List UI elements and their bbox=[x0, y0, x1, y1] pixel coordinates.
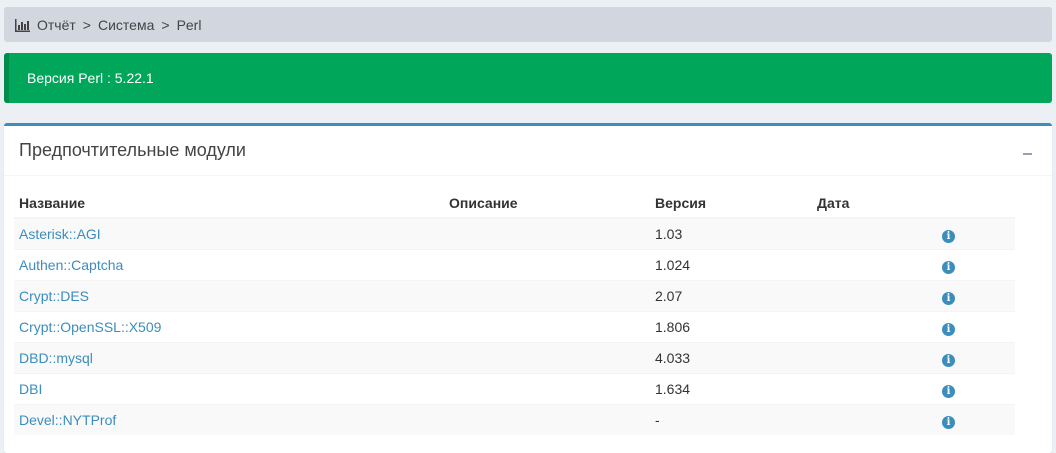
column-header-version[interactable]: Версия bbox=[650, 189, 812, 219]
module-link[interactable]: DBI bbox=[19, 381, 42, 397]
module-name-cell: Crypt::DES bbox=[14, 280, 444, 312]
breadcrumb-item-report[interactable]: Отчёт bbox=[37, 17, 76, 33]
info-icon[interactable]: i bbox=[942, 353, 955, 367]
module-actions: i bbox=[935, 311, 1015, 343]
info-icon[interactable]: i bbox=[942, 384, 955, 398]
breadcrumb: Отчёт > Система > Perl bbox=[4, 7, 1052, 42]
module-version: 1.024 bbox=[650, 249, 812, 281]
module-actions: i bbox=[935, 404, 1015, 435]
module-name-cell: Crypt::OpenSSL::X509 bbox=[14, 311, 444, 343]
module-actions: i bbox=[935, 217, 1015, 250]
module-version: 1.806 bbox=[650, 311, 812, 343]
table-header-row: Название Описание Версия Дата bbox=[14, 189, 1015, 219]
box-header: Предпочтительные модули bbox=[4, 126, 1052, 176]
breadcrumb-separator: > bbox=[161, 16, 170, 33]
preferred-modules-box: Предпочтительные модули Название Описани… bbox=[4, 123, 1052, 453]
column-header-actions bbox=[935, 189, 1015, 219]
module-name-cell: Devel::NYTProf bbox=[14, 404, 444, 435]
module-description bbox=[444, 311, 650, 343]
module-description bbox=[444, 404, 650, 435]
module-description bbox=[444, 342, 650, 374]
module-link[interactable]: Devel::NYTProf bbox=[19, 412, 116, 428]
table-row: Crypt::DES 2.07 i bbox=[14, 280, 1015, 312]
table-row: Authen::Captcha 1.024 i bbox=[14, 249, 1015, 281]
module-version: 1.634 bbox=[650, 373, 812, 405]
module-name-cell: Asterisk::AGI bbox=[14, 217, 444, 250]
module-link[interactable]: Asterisk::AGI bbox=[19, 226, 101, 242]
module-name-cell: DBI bbox=[14, 373, 444, 405]
module-version: 4.033 bbox=[650, 342, 812, 374]
module-actions: i bbox=[935, 249, 1015, 281]
modules-table: Название Описание Версия Дата Asterisk::… bbox=[14, 189, 1015, 435]
module-description bbox=[444, 280, 650, 312]
perl-version-alert: Версия Perl : 5.22.1 bbox=[4, 53, 1052, 103]
module-link[interactable]: Crypt::OpenSSL::X509 bbox=[19, 319, 161, 335]
module-date bbox=[812, 311, 935, 343]
module-link[interactable]: Authen::Captcha bbox=[19, 257, 123, 273]
collapse-button[interactable] bbox=[1017, 141, 1037, 161]
breadcrumb-item-system[interactable]: Система bbox=[98, 17, 154, 33]
module-link[interactable]: Crypt::DES bbox=[19, 288, 89, 304]
module-date bbox=[812, 373, 935, 405]
box-title: Предпочтительные модули bbox=[19, 140, 246, 160]
column-header-date[interactable]: Дата bbox=[812, 189, 935, 219]
module-description bbox=[444, 373, 650, 405]
module-date bbox=[812, 249, 935, 281]
module-description bbox=[444, 217, 650, 250]
table-row: Asterisk::AGI 1.03 i bbox=[14, 217, 1015, 250]
table-row: Devel::NYTProf - i bbox=[14, 404, 1015, 435]
info-icon[interactable]: i bbox=[942, 415, 955, 429]
module-date bbox=[812, 217, 935, 250]
table-row: DBI 1.634 i bbox=[14, 373, 1015, 405]
module-date bbox=[812, 342, 935, 374]
breadcrumb-item-perl: Perl bbox=[176, 16, 202, 33]
module-link[interactable]: DBD::mysql bbox=[19, 350, 93, 366]
module-name-cell: DBD::mysql bbox=[14, 342, 444, 374]
module-date bbox=[812, 280, 935, 312]
table-row: Crypt::OpenSSL::X509 1.806 i bbox=[14, 311, 1015, 343]
info-icon[interactable]: i bbox=[942, 260, 955, 274]
module-description bbox=[444, 249, 650, 281]
module-version: 1.03 bbox=[650, 217, 812, 250]
bar-chart-icon bbox=[15, 18, 30, 32]
breadcrumb-separator: > bbox=[82, 16, 91, 33]
module-date bbox=[812, 404, 935, 435]
module-actions: i bbox=[935, 373, 1015, 405]
column-header-description[interactable]: Описание bbox=[444, 189, 650, 219]
module-name-cell: Authen::Captcha bbox=[14, 249, 444, 281]
table-row: DBD::mysql 4.033 i bbox=[14, 342, 1015, 374]
module-version: - bbox=[650, 404, 812, 435]
info-icon[interactable]: i bbox=[942, 322, 955, 336]
module-actions: i bbox=[935, 342, 1015, 374]
info-icon[interactable]: i bbox=[942, 291, 955, 305]
info-icon[interactable]: i bbox=[942, 229, 955, 243]
module-version: 2.07 bbox=[650, 280, 812, 312]
perl-version-text: Версия Perl : 5.22.1 bbox=[27, 70, 154, 86]
column-header-name[interactable]: Название bbox=[14, 189, 444, 219]
module-actions: i bbox=[935, 280, 1015, 312]
